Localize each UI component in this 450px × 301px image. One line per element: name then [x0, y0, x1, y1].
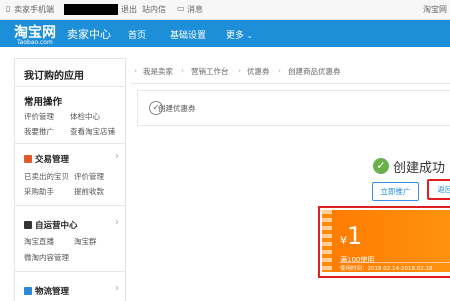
chevron-right-icon[interactable]: › — [115, 283, 119, 294]
breadcrumb-separator: › — [181, 66, 184, 75]
nav-basic-settings[interactable]: 基础设置 — [170, 28, 206, 41]
self-ops-icon — [24, 221, 32, 229]
trade-management-title[interactable]: 交易管理 — [24, 153, 69, 165]
notices-link[interactable]: 消息 — [187, 4, 203, 15]
sidebar-item-promote[interactable]: 我要推广 — [24, 126, 54, 137]
seller-mobile-link[interactable]: 卖家手机端 — [14, 4, 54, 15]
logistics-icon — [24, 287, 32, 295]
sidebar-item-taobao-live[interactable]: 淘宝直播 — [24, 236, 54, 247]
divider — [15, 143, 125, 144]
common-ops-title: 常用操作 — [24, 97, 63, 108]
breadcrumb-separator: › — [238, 66, 241, 75]
breadcrumb-marketing[interactable]: 营销工作台 — [191, 66, 229, 77]
logistics-management-title[interactable]: 物流管理 — [24, 285, 69, 297]
coupon-period: 使用时间：2018.02.14-2018.02.18 — [340, 262, 450, 272]
success-message: 创建成功 — [393, 161, 446, 176]
coupon-edge-pattern — [322, 210, 332, 272]
breadcrumb-seller[interactable]: 我是卖家 — [143, 66, 173, 77]
trade-icon — [24, 155, 32, 163]
seller-center-title: 卖家中心 — [67, 28, 111, 41]
chevron-right-icon[interactable]: › — [115, 217, 119, 228]
chevron-right-icon[interactable]: › — [115, 151, 119, 162]
nav-home[interactable]: 首页 — [128, 28, 146, 41]
divider — [15, 86, 125, 87]
sidebar-item-review-manage-2[interactable]: 评价管理 — [74, 171, 104, 182]
sidebar-item-purchase-assistant[interactable]: 采购助手 — [24, 186, 54, 197]
logistics-title-label: 物流管理 — [35, 287, 70, 297]
logout-link[interactable]: 退出 — [121, 4, 137, 15]
sidebar: 我订购的应用 常用操作 评价管理 体检中心 我要推广 查看淘宝店铺 交易管理 ›… — [14, 58, 126, 301]
sidebar-item-review-manage[interactable]: 评价管理 — [24, 111, 54, 122]
breadcrumb-create-coupon: 创建商品优惠券 — [288, 67, 341, 76]
success-check-icon: ✓ — [373, 158, 389, 174]
breadcrumb-separator: › — [278, 66, 281, 75]
coupon-card: ¥1 满100使用 使用时间：2018.02.14-2018.02.18 — [322, 210, 450, 272]
sidebar-title: 我订购的应用 — [24, 71, 84, 82]
divider — [15, 205, 125, 206]
sidebar-item-sold-items[interactable]: 已卖出的宝贝 — [24, 171, 69, 182]
breadcrumb-coupons[interactable]: 优惠券 — [247, 66, 270, 77]
nav-more[interactable]: 更多 ⌄ — [226, 28, 253, 41]
coupon-divider — [340, 262, 450, 263]
sidebar-item-weitao-content[interactable]: 微淘内容管理 — [24, 252, 69, 263]
coupon-value: 1 — [347, 222, 363, 250]
phone-icon: ▯ — [6, 4, 11, 13]
coupon-currency: ¥ — [340, 234, 347, 247]
chevron-down-icon: ⌄ — [246, 32, 253, 40]
sidebar-item-checkup[interactable]: 体检中心 — [70, 111, 100, 122]
promote-now-button[interactable]: 立即推广 — [372, 182, 419, 201]
sidebar-item-taobao-group[interactable]: 淘宝群 — [74, 236, 97, 247]
notice-icon: ▭ — [177, 4, 185, 13]
step-label-create: 创建优惠券 — [158, 104, 196, 113]
return-button[interactable]: 返回 — [427, 179, 450, 200]
coupon-amount: ¥1 — [340, 222, 362, 250]
step-indicator: ✓ 创建优惠券 — [137, 90, 450, 126]
redacted-username — [64, 4, 118, 15]
taobao-home-link[interactable]: 淘宝网 — [423, 4, 447, 15]
self-ops-center-title[interactable]: 自运营中心 — [24, 219, 78, 231]
coupon-period-text: 使用时间：2018.02.14-2018.02.18 — [340, 266, 433, 272]
messages-link[interactable]: 站内信 — [142, 4, 166, 15]
main-header: 淘宝网 Taobao.com 卖家中心 首页 基础设置 更多 ⌄ — [0, 20, 450, 47]
sidebar-item-early-payment[interactable]: 提前收款 — [74, 186, 104, 197]
chevron-left-icon[interactable]: › — [134, 66, 137, 75]
nav-more-label: 更多 — [226, 31, 245, 41]
trade-title-label: 交易管理 — [35, 155, 70, 165]
breadcrumb: › 我是卖家 › 营销工作台 › 优惠券 › 创建商品优惠券 — [131, 58, 450, 84]
taobao-logo-sub: Taobao.com — [17, 39, 53, 46]
self-ops-title-label: 自运营中心 — [35, 221, 78, 231]
divider — [15, 271, 125, 272]
top-bar: ▯ 卖家手机端 退出 站内信 ▭ 消息 淘宝网 — [0, 0, 450, 20]
sidebar-item-view-shop[interactable]: 查看淘宝店铺 — [70, 126, 115, 137]
